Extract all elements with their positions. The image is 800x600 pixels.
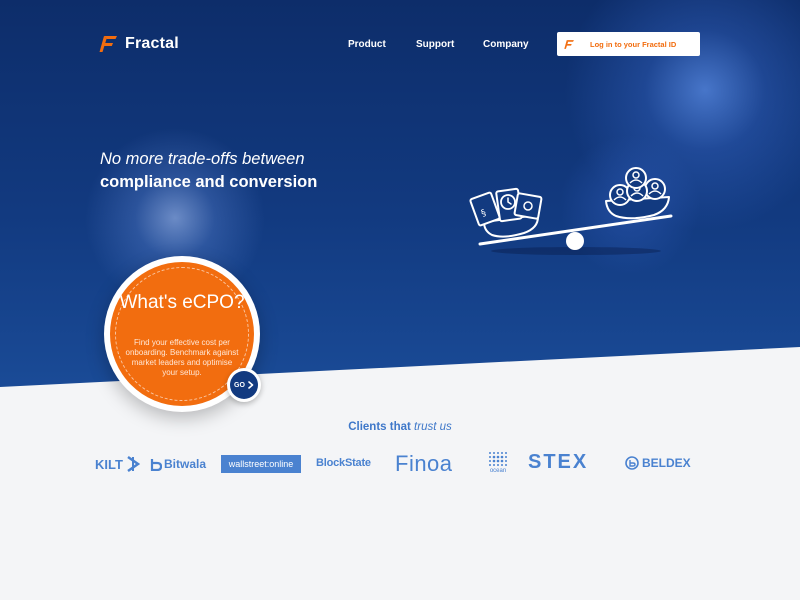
go-button[interactable]: GO	[227, 368, 261, 402]
client-logo-blockstate: BlockState	[316, 457, 371, 469]
client-name: ocean	[489, 468, 507, 474]
client-name: Finoa	[395, 451, 453, 476]
brand-name: Fractal	[125, 35, 179, 52]
client-logo-beldex: BELDEX	[625, 456, 691, 470]
clients-heading: Clients that trust us	[0, 421, 800, 433]
client-logo-kilt: KILT	[95, 455, 140, 473]
client-logo-finoa: Finoa	[395, 451, 453, 477]
clients-heading-bold: Clients that	[348, 421, 411, 433]
clients-heading-italic: trust us	[414, 421, 452, 433]
fractal-logo-icon	[564, 39, 574, 49]
ocean-dots-icon	[489, 452, 507, 466]
hero-headline-line1: No more trade-offs between	[100, 150, 305, 168]
client-logo-stex: STEX	[528, 451, 588, 474]
client-name: wallstreet:online	[228, 459, 294, 469]
fractal-logo-icon	[99, 36, 117, 52]
scale-illustration: §	[469, 167, 673, 255]
client-name: STEX	[528, 451, 589, 473]
client-logo-ocean: ocean	[487, 450, 509, 474]
client-name: KILT	[95, 456, 123, 472]
beldex-mark-icon	[625, 456, 639, 470]
kilt-mark-icon	[127, 455, 140, 473]
chevron-right-icon	[248, 381, 254, 389]
brand-logo[interactable]: Fractal	[99, 34, 179, 54]
nav-company[interactable]: Company	[483, 39, 529, 50]
go-button-core: GO	[230, 371, 258, 399]
login-button[interactable]: Log in to your Fractal ID	[557, 32, 700, 56]
login-button-label: Log in to your Fractal ID	[590, 39, 677, 49]
client-name: BELDEX	[642, 456, 691, 470]
client-name: Bitwala	[164, 457, 207, 471]
client-logo-bitwala: Bitwala	[150, 457, 206, 471]
go-button-label: GO	[234, 381, 245, 389]
ecpo-description: Find your effective cost per onboarding.…	[125, 338, 239, 377]
client-logo-wallstreet-online: wallstreet:online	[221, 455, 301, 473]
ecpo-title: What's eCPO?	[119, 292, 245, 313]
nav-support[interactable]: Support	[416, 39, 454, 50]
bitwala-mark-icon	[150, 458, 162, 471]
client-name: BlockState	[316, 457, 371, 469]
hero-headline-line2: compliance and conversion	[100, 173, 318, 191]
nav-product[interactable]: Product	[348, 39, 386, 50]
